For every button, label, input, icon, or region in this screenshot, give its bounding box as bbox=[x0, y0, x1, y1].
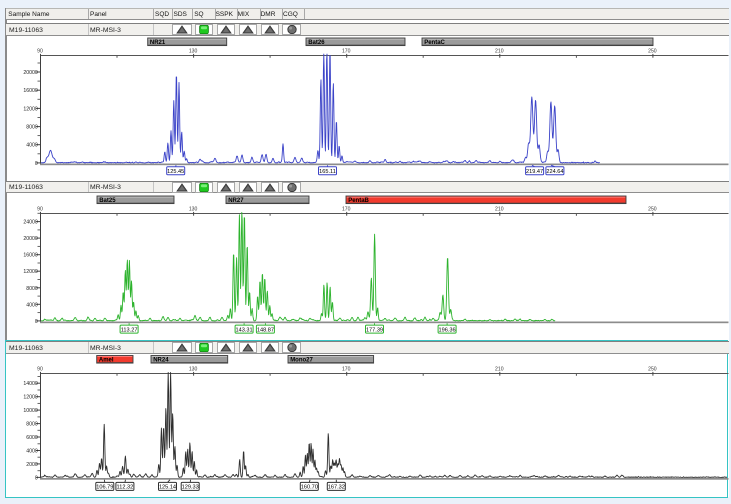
svg-text:90: 90 bbox=[37, 206, 43, 212]
svg-text:165.11: 165.11 bbox=[319, 169, 336, 175]
svg-text:24000: 24000 bbox=[23, 219, 38, 225]
svg-text:16000: 16000 bbox=[23, 252, 38, 258]
svg-text:112.32: 112.32 bbox=[117, 484, 134, 490]
svg-text:0: 0 bbox=[35, 475, 38, 481]
svg-text:90: 90 bbox=[37, 48, 43, 54]
svg-text:8000: 8000 bbox=[26, 285, 38, 291]
svg-text:160.70: 160.70 bbox=[301, 484, 318, 490]
svg-text:210: 210 bbox=[495, 366, 504, 372]
svg-text:NR21: NR21 bbox=[150, 40, 166, 46]
svg-text:129.33: 129.33 bbox=[182, 484, 199, 490]
svg-text:2000: 2000 bbox=[26, 461, 38, 467]
svg-text:170: 170 bbox=[342, 206, 351, 212]
svg-text:0: 0 bbox=[35, 318, 38, 324]
svg-text:90: 90 bbox=[37, 366, 43, 372]
svg-text:8000: 8000 bbox=[26, 124, 38, 130]
svg-text:210: 210 bbox=[495, 48, 504, 54]
svg-text:177.39: 177.39 bbox=[366, 327, 383, 333]
svg-text:224.64: 224.64 bbox=[546, 169, 563, 175]
svg-text:143.31: 143.31 bbox=[236, 327, 253, 333]
svg-text:14000: 14000 bbox=[23, 381, 38, 387]
svg-text:167.32: 167.32 bbox=[328, 484, 345, 490]
svg-text:250: 250 bbox=[648, 206, 657, 212]
svg-text:0: 0 bbox=[35, 160, 38, 166]
svg-text:125.14: 125.14 bbox=[159, 484, 176, 490]
svg-text:130: 130 bbox=[189, 206, 198, 212]
svg-text:10000: 10000 bbox=[23, 408, 38, 414]
svg-text:170: 170 bbox=[342, 366, 351, 372]
svg-text:148.87: 148.87 bbox=[257, 327, 274, 333]
svg-text:PentaB: PentaB bbox=[348, 198, 369, 204]
svg-text:250: 250 bbox=[648, 48, 657, 54]
svg-text:4000: 4000 bbox=[26, 448, 38, 454]
svg-text:196.36: 196.36 bbox=[439, 327, 456, 333]
svg-text:16000: 16000 bbox=[23, 88, 38, 94]
svg-text:130: 130 bbox=[189, 366, 198, 372]
svg-text:12000: 12000 bbox=[23, 394, 38, 400]
svg-text:170: 170 bbox=[342, 48, 351, 54]
svg-text:NR24: NR24 bbox=[153, 357, 169, 363]
svg-text:20000: 20000 bbox=[23, 236, 38, 242]
svg-text:Bat26: Bat26 bbox=[308, 40, 325, 46]
svg-text:Bat25: Bat25 bbox=[99, 198, 116, 204]
svg-text:Amel: Amel bbox=[99, 357, 114, 363]
svg-text:4000: 4000 bbox=[26, 302, 38, 308]
svg-text:PentaC: PentaC bbox=[424, 40, 445, 46]
svg-text:113.27: 113.27 bbox=[121, 327, 138, 333]
svg-text:12000: 12000 bbox=[23, 269, 38, 275]
svg-text:Mono27: Mono27 bbox=[290, 357, 313, 363]
svg-text:250: 250 bbox=[648, 366, 657, 372]
svg-text:125.45: 125.45 bbox=[167, 169, 184, 175]
svg-text:12000: 12000 bbox=[23, 106, 38, 112]
svg-text:106.79: 106.79 bbox=[96, 484, 113, 490]
svg-text:210: 210 bbox=[495, 206, 504, 212]
svg-text:8000: 8000 bbox=[26, 421, 38, 427]
svg-text:20000: 20000 bbox=[23, 70, 38, 76]
svg-text:NR27: NR27 bbox=[228, 198, 244, 204]
svg-text:4000: 4000 bbox=[26, 142, 38, 148]
svg-text:6000: 6000 bbox=[26, 435, 38, 441]
svg-text:130: 130 bbox=[189, 48, 198, 54]
svg-text:219.47: 219.47 bbox=[526, 169, 543, 175]
